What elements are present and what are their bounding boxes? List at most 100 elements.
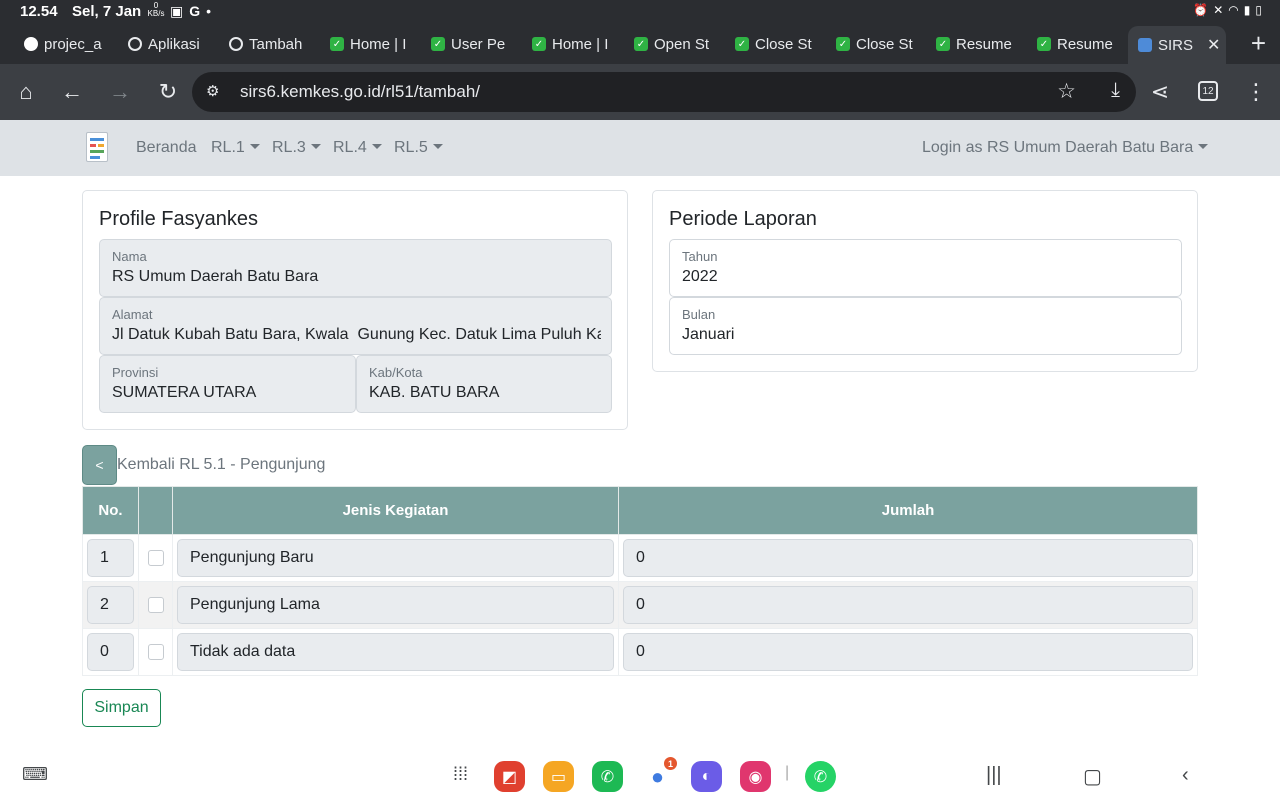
mute-icon: ✕ (1213, 3, 1224, 17)
browser-tab-active[interactable]: SIRS ✕ (1128, 26, 1226, 64)
row-jenis-kegiatan: Pengunjung Lama (177, 586, 614, 624)
status-time: 12.54 (20, 3, 58, 20)
nav-rl4-dropdown[interactable]: RL.4 (333, 139, 382, 157)
nav-rl5-dropdown[interactable]: RL.5 (394, 139, 443, 157)
home-nav-icon[interactable]: ▢ (1083, 764, 1102, 789)
notification-badge: 1 (663, 756, 678, 771)
download-icon[interactable]: ⤓ (1111, 79, 1120, 102)
sirs-icon (1138, 38, 1152, 52)
whatsapp-app-icon[interactable]: ✆ (805, 761, 836, 792)
tab-strip: projec_a Aplikasi Tambah ✓ Home | I ✓ Us… (0, 24, 1280, 64)
browser-tab[interactable]: ✓ Close St (735, 32, 823, 56)
home-icon[interactable]: ⌂ (12, 78, 40, 106)
browser-toolbar: ⌂ ← → ↻ ⚙ sirs6.kemkes.go.id/rl51/tambah… (0, 64, 1280, 120)
caret-down-icon (1198, 144, 1209, 149)
header-no: No. (82, 486, 139, 535)
rl51-table: No. Jenis Kegiatan Jumlah 1 Pengunjung B… (82, 486, 1198, 676)
header-check (138, 486, 173, 535)
browser-tab[interactable]: Tambah (229, 32, 317, 56)
share-icon[interactable]: ⋖ (1146, 78, 1174, 106)
browser-tab[interactable]: ✓ Resume (936, 32, 1024, 56)
row-checkbox[interactable] (147, 550, 164, 566)
screen-assistant-icon[interactable]: ⌨ (22, 764, 48, 785)
tahun-field[interactable]: Tahun 2022 (669, 239, 1182, 297)
forward-arrow-icon[interactable]: → (106, 78, 134, 106)
browser-tab[interactable]: ✓ Resume (1037, 32, 1125, 56)
header-jumlah: Jumlah (618, 486, 1198, 535)
caret-down-icon (432, 144, 443, 149)
recents-icon[interactable]: ||| (986, 764, 1002, 787)
internet-app-icon[interactable]: ◐ (691, 761, 722, 792)
tab-count-button[interactable]: 12 (1198, 81, 1218, 101)
dot-icon: • (206, 3, 212, 19)
bookmark-star-icon[interactable]: ☆ (1057, 79, 1076, 104)
provinsi-field: Provinsi SUMATERA UTARA (99, 355, 356, 413)
phone-app-icon[interactable]: ✆ (592, 761, 623, 792)
row-jumlah-input[interactable]: 0 (623, 633, 1193, 671)
camera-app-icon[interactable]: ◉ (740, 761, 771, 792)
browser-tab[interactable]: ✓ Home | I (330, 32, 418, 56)
taskbar-divider: | (785, 764, 790, 781)
signal-icon: ▮ (1243, 3, 1251, 17)
globe-icon (229, 37, 243, 51)
check-shield-icon: ✓ (634, 37, 648, 51)
save-button[interactable]: Simpan (82, 689, 161, 727)
new-tab-button[interactable]: + (1251, 30, 1266, 56)
browser-tab[interactable]: ✓ User Pe (431, 32, 519, 56)
bulan-field[interactable]: Bulan Januari (669, 297, 1182, 355)
kabkota-field: Kab/Kota KAB. BATU BARA (356, 355, 612, 413)
back-arrow-icon[interactable]: ← (58, 78, 86, 106)
site-settings-icon[interactable]: ⚙ (206, 82, 219, 100)
back-button[interactable]: < (82, 445, 117, 485)
close-tab-icon[interactable]: ✕ (1207, 35, 1220, 55)
row-checkbox[interactable] (147, 644, 164, 660)
url-text[interactable]: sirs6.kemkes.go.id/rl51/tambah/ (240, 82, 480, 102)
check-shield-icon: ✓ (1037, 37, 1051, 51)
caret-down-icon (249, 144, 260, 149)
row-jumlah-input[interactable]: 0 (623, 586, 1193, 624)
check-shield-icon: ✓ (532, 37, 546, 51)
row-checkbox[interactable] (147, 597, 164, 613)
nav-rl1-dropdown[interactable]: RL.1 (211, 139, 260, 157)
sirs-logo[interactable] (86, 132, 108, 162)
check-shield-icon: ✓ (836, 37, 850, 51)
alarm-icon: ⏰ (1193, 3, 1209, 17)
nav-beranda[interactable]: Beranda (136, 139, 197, 157)
browser-tab[interactable]: ✓ Close St (836, 32, 924, 56)
header-jenis-kegiatan: Jenis Kegiatan (172, 486, 619, 535)
row-jumlah-input[interactable]: 0 (623, 539, 1193, 577)
messages-app-icon[interactable]: ● 1 (642, 756, 678, 792)
browser-tab[interactable]: ✓ Home | I (532, 32, 620, 56)
battery-icon: ▯ (1255, 3, 1262, 17)
site-navbar: Beranda RL.1 RL.3 RL.4 RL.5 Login as RS … (0, 120, 1280, 176)
caret-down-icon (371, 144, 382, 149)
status-bar: 12.54 Sel, 7 Jan 0 KB/s ▣ G • ⏰ ✕ ◠ ▮ ▯ (0, 0, 1280, 24)
row-no: 2 (87, 586, 134, 624)
row-no: 0 (87, 633, 134, 671)
check-shield-icon: ✓ (735, 37, 749, 51)
menu-dots-icon[interactable]: ⋮ (1242, 78, 1270, 106)
browser-tab[interactable]: Aplikasi (128, 32, 208, 56)
alamat-field: Alamat Jl Datuk Kubah Batu Bara, Kwala G… (99, 297, 612, 355)
row-no: 1 (87, 539, 134, 577)
periode-card: Periode Laporan Tahun 2022 Bulan Januari (652, 190, 1198, 372)
back-label: Kembali RL 5.1 - Pengunjung (117, 456, 326, 473)
table-row: 0 Tidak ada data 0 (82, 628, 1198, 676)
check-shield-icon: ✓ (330, 37, 344, 51)
back-nav-icon[interactable]: ‹ (1182, 764, 1189, 787)
caret-down-icon (310, 144, 321, 149)
browser-tab[interactable]: ✓ Open St (634, 32, 722, 56)
table-header-row: No. Jenis Kegiatan Jumlah (82, 486, 1198, 535)
network-speed: 0 KB/s (147, 1, 165, 18)
browser-tab[interactable]: projec_a (24, 32, 108, 56)
app-drawer-icon[interactable]: ⁞⁞⁞ (453, 764, 468, 785)
files-app-icon[interactable]: ▭ (543, 761, 574, 792)
notes-app-icon[interactable]: ◩ (494, 761, 525, 792)
nav-rl3-dropdown[interactable]: RL.3 (272, 139, 321, 157)
globe-icon (128, 37, 142, 51)
login-dropdown[interactable]: Login as RS Umum Daerah Batu Bara (922, 139, 1209, 157)
github-icon (24, 37, 38, 51)
nama-field: Nama RS Umum Daerah Batu Bara (99, 239, 612, 297)
address-bar[interactable]: ⚙ sirs6.kemkes.go.id/rl51/tambah/ ☆ ⤓ (192, 72, 1136, 112)
reload-icon[interactable]: ↻ (154, 78, 182, 106)
